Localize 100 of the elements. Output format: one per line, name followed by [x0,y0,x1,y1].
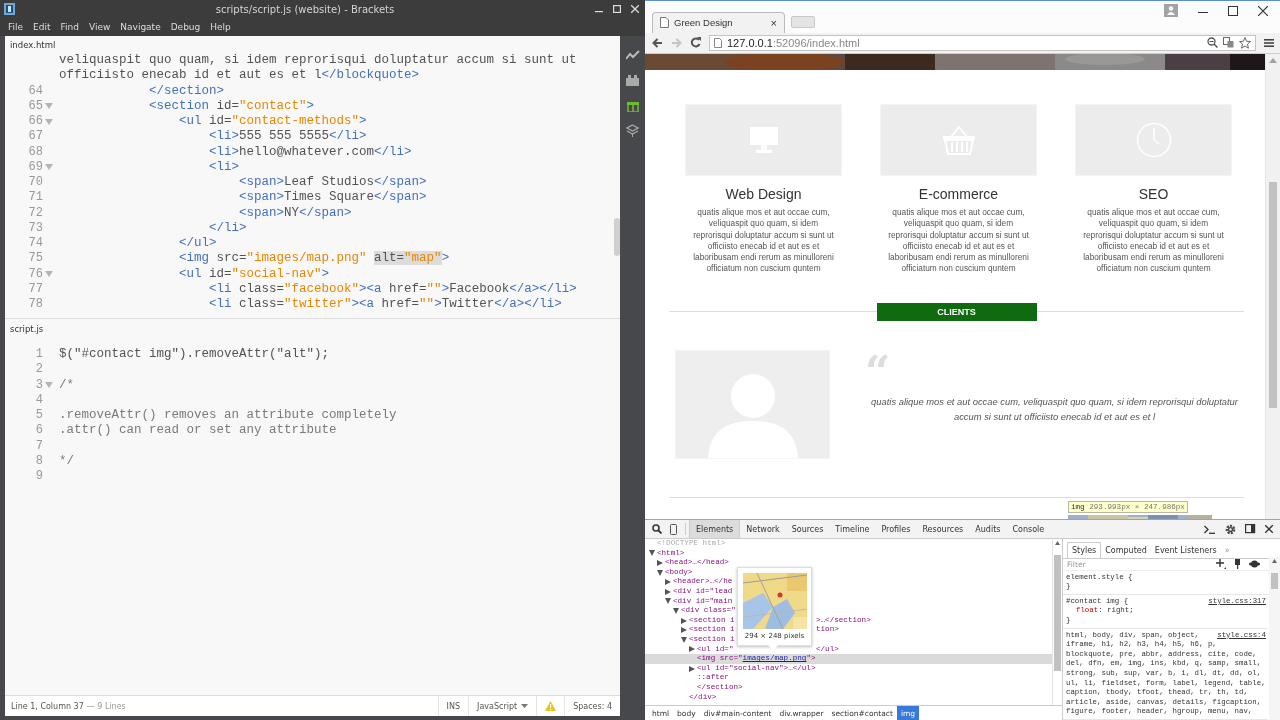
back-icon[interactable] [652,37,663,48]
menu-item[interactable]: Debug [165,22,206,32]
line-number: 77 [27,281,43,297]
line-number: 67 [27,129,43,145]
line-number: 8 [34,453,43,469]
collapsed-arrow-icon[interactable] [665,588,671,595]
menu-icon[interactable] [1264,37,1274,48]
gift-icon[interactable] [626,100,639,112]
devtools-tab[interactable]: Timeline [829,520,876,538]
indent-setting[interactable]: Spaces: 4 [573,701,612,711]
scroll-up-icon[interactable] [1272,559,1277,563]
maximize-icon[interactable] [1228,5,1238,16]
line-number: 76 [27,266,43,282]
line-number: 70 [27,175,43,191]
menu-item[interactable]: View [83,22,116,32]
styles-tab[interactable]: Styles [1067,542,1102,558]
line-number: 66 [27,114,43,130]
scrollbar-thumb[interactable] [1269,181,1277,408]
collapsed-arrow-icon[interactable] [681,627,687,634]
app-icon [4,3,15,15]
scrollbar-thumb[interactable] [614,218,620,256]
translate-icon[interactable] [1223,37,1234,49]
styles-tab[interactable]: Event Listeners [1150,543,1221,558]
menu-item[interactable]: Edit [28,22,56,32]
close-icon[interactable] [1258,5,1268,16]
devtools-tab[interactable]: Resources [916,520,970,538]
line-number: 64 [27,83,43,99]
tab-close-button[interactable]: × [770,16,777,29]
code-line: officiisto enecab id et aut es et l</blockquote> [59,68,420,84]
code-line: <span>NY</span> [239,205,352,221]
address-field[interactable]: 127.0.0.1:52096/index.html [709,34,1256,51]
star-icon[interactable] [1239,36,1251,49]
insert-mode[interactable]: INS [446,701,460,711]
settings-icon[interactable] [1225,523,1236,535]
devtools-tab[interactable]: Profiles [875,520,917,538]
page-icon [660,17,669,29]
expanded-arrow-icon[interactable] [681,636,687,643]
line-number: 68 [27,144,43,160]
collapsed-arrow-icon[interactable] [689,665,695,672]
service-description: quatis alique mos et aut occae cum, veliquaspit quo quam, si idem reprorisqui doluptatur accum si sunt ut officiisto enecab id et aut es et laboribusam endi rerum as minulloreni officiatum non cuscium quntem [692,206,835,275]
browser-tab[interactable]: Green Design × [652,11,785,33]
expanded-arrow-icon[interactable] [665,598,671,605]
element-state-icon[interactable] [1249,560,1260,569]
collapsed-arrow-icon[interactable] [681,617,687,624]
clients-button[interactable]: CLIENTS [876,302,1037,321]
scroll-up-icon[interactable] [1055,541,1060,545]
code-line: .attr() can read or set any attribute [59,423,337,439]
plugin-icon[interactable] [626,75,639,86]
line-number: 72 [27,205,43,221]
add-rule-icon[interactable] [1216,559,1226,570]
service-description: quatis alique mos et aut occae cum, veliquaspit quo quam, si idem reprorisqui doluptatur accum si sunt ut officiisto enecab id et aut es et laboribusam endi rerum as minulloreni officiatum non cuscium quntem [1082,206,1225,275]
line-number: 78 [27,297,43,313]
code-line: </section> [149,83,225,99]
code-line: */ [59,453,74,469]
line-number: 74 [27,236,43,252]
pin-icon[interactable] [1234,559,1241,570]
layers-icon[interactable] [626,124,639,137]
scrollbar-thumb[interactable] [1271,573,1278,589]
code-line: veliquaspit quo quam, si idem reprorisqui doluptatur accum si sunt ut [59,53,577,69]
menu-item[interactable]: Find [55,22,84,32]
service-title: Web Design [724,185,803,202]
expanded-arrow-icon[interactable] [657,569,663,576]
devtools-tab[interactable]: Console [1006,520,1051,538]
styles-tab[interactable]: Computed [1101,543,1151,558]
close-icon[interactable] [1265,525,1273,533]
collapsed-arrow-icon[interactable] [665,579,671,586]
mobile-device-icon[interactable] [670,523,677,535]
line-number: 9 [34,469,43,485]
service-description: quatis alique mos et aut occae cum, veliquaspit quo quam, si idem reprorisqui doluptatur accum si sunt ut officiisto enecab id et aut es et laboribusam endi rerum as minulloreni officiatum non cuscium quntem [887,206,1030,275]
line-number: 73 [27,220,43,236]
collapsed-arrow-icon[interactable] [689,646,695,653]
devtools-tab[interactable]: Audits [969,520,1007,538]
code-line: </ul> [179,236,217,252]
console-drawer-icon[interactable] [1204,524,1216,534]
language-dropdown[interactable]: JavaScript [468,696,537,716]
dock-icon[interactable] [1245,524,1256,534]
caret-icon [521,703,529,709]
code-line: <section id="contact"> [149,98,315,114]
code-line: <li>555 555 5555</li> [209,129,367,145]
menu-item[interactable]: Navigate [115,22,166,32]
line-number: 6 [34,423,43,439]
expanded-arrow-icon[interactable] [673,607,679,614]
zoom-icon[interactable] [1207,37,1218,49]
line-number: 4 [34,392,43,408]
menu-item[interactable]: File [3,22,29,32]
line-number: 65 [27,98,43,114]
reload-icon[interactable] [690,37,701,49]
devtools-tab[interactable]: Elements [689,520,741,538]
devtools-tab[interactable]: Network [740,520,786,538]
line-number: 69 [27,159,43,175]
code-line: <ul id="social-nav"> [179,266,330,282]
live-preview-icon[interactable] [625,50,640,60]
search-icon[interactable] [652,524,662,534]
collapsed-arrow-icon[interactable] [657,560,663,566]
code-line: <span>Times Square</span> [239,190,427,206]
expanded-arrow-icon[interactable] [649,550,655,557]
devtools-tab[interactable]: Sources [785,520,830,538]
line-count: — 9 Lines [86,701,126,711]
menu-item[interactable]: Help [205,22,236,32]
scrollbar-thumb[interactable] [1054,555,1061,671]
